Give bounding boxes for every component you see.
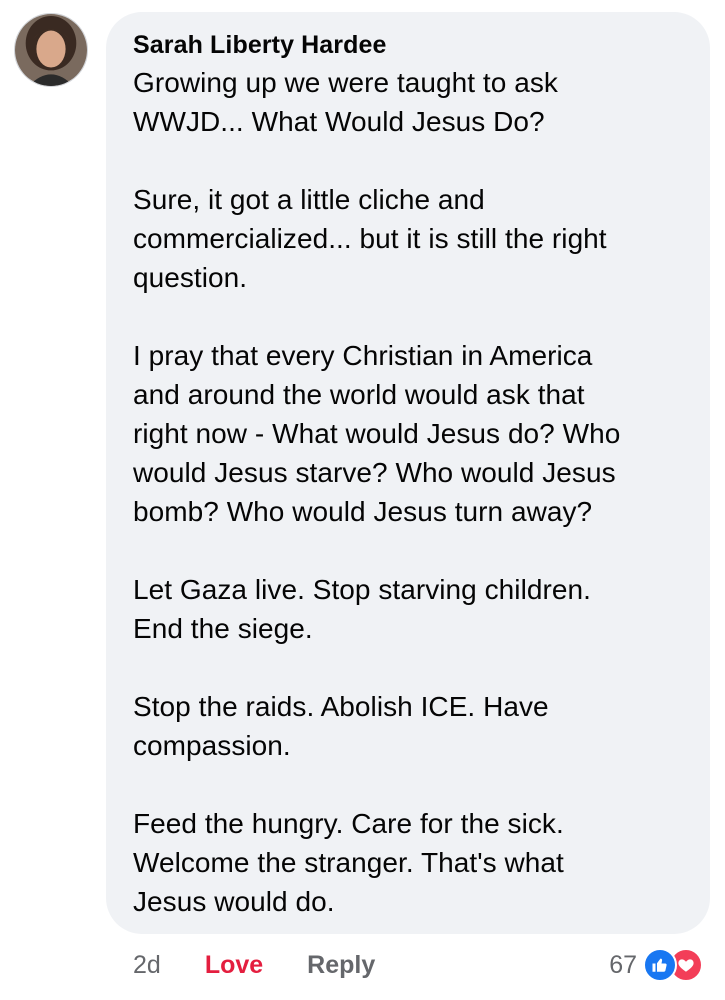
comment-paragraph: I pray that every Christian in America a…	[133, 336, 684, 531]
comment-line: Growing up we were taught to ask	[133, 67, 558, 98]
comment-line: Sure, it got a little cliche and	[133, 184, 485, 215]
comment-line: I pray that every Christian in America	[133, 340, 593, 371]
avatar-photo	[15, 14, 87, 86]
comment-paragraph: Let Gaza live. Stop starving children. E…	[133, 570, 684, 648]
like-icon	[643, 948, 677, 982]
comment-paragraph: Sure, it got a little cliche and commerc…	[133, 180, 684, 297]
reaction-summary[interactable]: 67	[609, 946, 703, 984]
reaction-count: 67	[609, 950, 637, 979]
comment-bubble: Sarah Liberty Hardee Growing up we were …	[106, 12, 710, 934]
comment-actions: 2d Love Reply	[133, 946, 375, 984]
comment-line: would Jesus starve? Who would Jesus	[133, 457, 616, 488]
comment-line: Feed the hungry. Care for the sick.	[133, 808, 564, 839]
comment-paragraph: Feed the hungry. Care for the sick. Welc…	[133, 804, 684, 921]
comment-line: commercialized... but it is still the ri…	[133, 223, 607, 254]
reaction-icons	[643, 948, 703, 982]
comment-line: Let Gaza live. Stop starving children.	[133, 574, 591, 605]
comment-timestamp[interactable]: 2d	[133, 951, 161, 980]
comment-line: Welcome the stranger. That's what	[133, 847, 564, 878]
comment-paragraph: Stop the raids. Abolish ICE. Have compas…	[133, 687, 684, 765]
avatar[interactable]	[14, 13, 88, 87]
comment-line: Stop the raids. Abolish ICE. Have	[133, 691, 549, 722]
comment-line: End the siege.	[133, 613, 313, 644]
comment-line: question.	[133, 262, 248, 293]
comment-paragraph: Growing up we were taught to ask WWJD...…	[133, 63, 684, 141]
comment-line: compassion.	[133, 730, 291, 761]
comment-line: Jesus would do.	[133, 886, 335, 917]
comment-line: and around the world would ask that	[133, 379, 585, 410]
comment-body: Growing up we were taught to ask WWJD...…	[133, 63, 684, 921]
comment-author[interactable]: Sarah Liberty Hardee	[133, 30, 684, 60]
comment-line: WWJD... What Would Jesus Do?	[133, 106, 545, 137]
comment-line: bomb? Who would Jesus turn away?	[133, 496, 593, 527]
love-button[interactable]: Love	[205, 951, 263, 980]
comment-line: right now - What would Jesus do? Who	[133, 418, 621, 449]
reply-button[interactable]: Reply	[307, 951, 375, 980]
